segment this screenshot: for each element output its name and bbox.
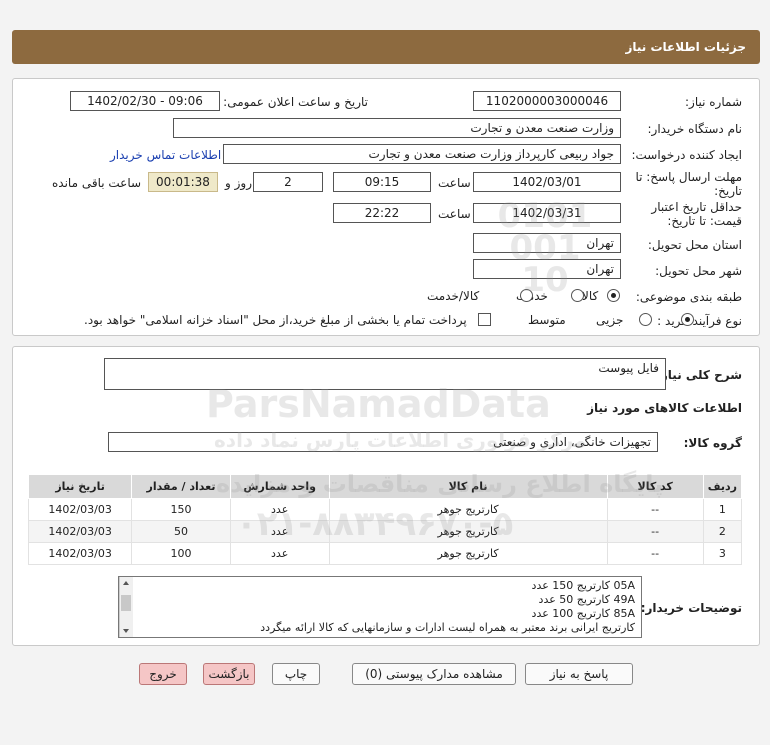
view-attachments-button[interactable]: مشاهده مدارک پیوستی (0) bbox=[352, 663, 516, 685]
remaining-time-label: ساعت باقی مانده bbox=[52, 176, 142, 190]
city-label: شهر محل تحویل: bbox=[655, 264, 742, 278]
creator-label: ایجاد کننده درخواست: bbox=[631, 148, 742, 162]
cell-row: 3 bbox=[702, 542, 743, 565]
exit-button[interactable]: خروج bbox=[139, 663, 187, 685]
price-validity-label: حداقل تاریخ اعتبار bbox=[651, 200, 742, 214]
need-number-label: شماره نیاز: bbox=[685, 95, 742, 109]
col-quantity: تعداد / مقدار bbox=[131, 474, 231, 499]
cell-name: کارتریج جوهر bbox=[328, 498, 608, 521]
category-radio-goods[interactable] bbox=[607, 289, 620, 302]
cell-row: 2 bbox=[702, 520, 743, 543]
cell-quantity: 100 bbox=[131, 542, 231, 565]
category-option-goods: کالا bbox=[582, 289, 599, 303]
city-field[interactable]: تهران bbox=[473, 259, 621, 279]
cell-quantity: 50 bbox=[131, 520, 231, 543]
cell-need-date: 1402/03/03 bbox=[27, 498, 133, 521]
cell-quantity: 150 bbox=[131, 498, 231, 521]
buyer-note-line: کارتریج ایرانی برند معتبر به همراه لیست … bbox=[260, 621, 635, 634]
goods-group-field[interactable]: تجهیزات خانگی، اداری و صنعتی bbox=[108, 432, 658, 452]
need-summary-field[interactable]: فایل پیوست bbox=[104, 358, 666, 390]
cell-need-date: 1402/03/03 bbox=[27, 520, 133, 543]
category-option-goods-service: کالا/خدمت bbox=[427, 289, 480, 303]
remaining-time-field: 00:01:38 bbox=[148, 172, 218, 192]
buyer-note-line: 85A کارتریج 100 عدد bbox=[531, 607, 635, 620]
cell-name: کارتریج جوهر bbox=[328, 542, 608, 565]
days-remaining-field[interactable]: 2 bbox=[253, 172, 323, 192]
cell-row: 1 bbox=[702, 498, 743, 521]
scrollbar-arrows-icon bbox=[121, 581, 131, 633]
col-need-date: تاریخ نیاز bbox=[27, 474, 133, 499]
process-type-label: نوع فرآیند خرید : bbox=[657, 314, 742, 328]
table-row: 3 -- کارتریج جوهر عدد 100 1402/03/03 bbox=[27, 542, 743, 565]
need-number-field[interactable]: 1102000003000046 bbox=[473, 91, 621, 111]
page-title: جزئیات اطلاعات نیاز bbox=[625, 40, 746, 54]
goods-info-title: اطلاعات کالاهای مورد نیاز bbox=[587, 401, 742, 415]
back-button[interactable]: بازگشت bbox=[203, 663, 255, 685]
buyer-notes-textarea[interactable]: 05A کارتریج 150 عدد 49A کارتریج 50 عدد 8… bbox=[118, 576, 642, 638]
cell-unit: عدد bbox=[229, 520, 330, 543]
treasury-payment-note: پرداخت تمام یا بخشی از مبلغ خرید،از محل … bbox=[84, 313, 467, 327]
buyer-org-field[interactable]: وزارت صنعت معدن و تجارت bbox=[173, 118, 621, 138]
announce-datetime-field[interactable]: 1402/02/30 - 09:06 bbox=[70, 91, 220, 111]
col-unit: واحد شمارش bbox=[229, 474, 330, 499]
cell-code: -- bbox=[606, 498, 704, 521]
days-label: روز و bbox=[225, 176, 252, 190]
buyer-note-line: 49A کارتریج 50 عدد bbox=[538, 593, 635, 606]
need-summary-label: شرح کلی نیاز: bbox=[656, 368, 742, 382]
process-option-minor: جزیی bbox=[596, 313, 624, 327]
process-option-medium: متوسط bbox=[528, 313, 566, 327]
category-label: طبقه بندی موضوعی: bbox=[635, 290, 742, 304]
price-validity-label-line2: قیمت: تا تاریخ: bbox=[667, 214, 742, 228]
treasury-payment-checkbox[interactable] bbox=[478, 313, 491, 326]
page-header: جزئیات اطلاعات نیاز bbox=[12, 30, 760, 64]
table-row: 1 -- کارتریج جوهر عدد 150 1402/03/03 bbox=[27, 498, 743, 521]
category-radio-service[interactable] bbox=[570, 289, 584, 302]
buyer-org-label: نام دستگاه خریدار: bbox=[647, 122, 743, 136]
col-row: ردیف bbox=[702, 474, 743, 499]
deadline-time-field[interactable]: 09:15 bbox=[333, 172, 431, 192]
cell-name: کارتریج جوهر bbox=[328, 520, 608, 543]
creator-field[interactable]: جواد ربیعی کارپرداز وزارت صنعت معدن و تج… bbox=[223, 144, 621, 164]
cell-unit: عدد bbox=[229, 498, 330, 521]
validity-date-field[interactable]: 1402/03/31 bbox=[473, 203, 621, 223]
table-row: 2 -- کارتریج جوهر عدد 50 1402/03/03 bbox=[27, 520, 743, 543]
buyer-notes-label: توضیحات خریدار: bbox=[640, 601, 742, 615]
goods-group-label: گروه کالا: bbox=[683, 436, 742, 450]
announce-datetime-label: تاریخ و ساعت اعلان عمومی: bbox=[223, 95, 368, 109]
cell-code: -- bbox=[606, 542, 704, 565]
province-field[interactable]: تهران bbox=[473, 233, 621, 253]
buyer-contact-link[interactable]: اطلاعات تماس خریدار bbox=[110, 148, 221, 162]
deadline-label-line2: تاریخ: bbox=[714, 184, 742, 198]
deadline-time-label: ساعت bbox=[438, 176, 471, 190]
cell-need-date: 1402/03/03 bbox=[27, 542, 133, 565]
col-name: نام کالا bbox=[328, 474, 608, 499]
cell-code: -- bbox=[606, 520, 704, 543]
deadline-date-field[interactable]: 1402/03/01 bbox=[473, 172, 621, 192]
col-code: کد کالا bbox=[606, 474, 704, 499]
category-radio-goods-service[interactable] bbox=[519, 289, 533, 302]
goods-table: ردیف کد کالا نام کالا واحد شمارش تعداد /… bbox=[27, 474, 743, 565]
deadline-label: مهلت ارسال پاسخ: تا bbox=[635, 170, 742, 184]
goods-table-header: ردیف کد کالا نام کالا واحد شمارش تعداد /… bbox=[27, 474, 743, 499]
cell-unit: عدد bbox=[229, 542, 330, 565]
notes-scrollbar[interactable] bbox=[119, 577, 133, 637]
reply-to-need-button[interactable]: پاسخ به نیاز bbox=[525, 663, 633, 685]
print-button[interactable]: چاپ bbox=[272, 663, 320, 685]
validity-time-field[interactable]: 22:22 bbox=[333, 203, 431, 223]
province-label: استان محل تحویل: bbox=[647, 238, 742, 252]
validity-time-label: ساعت bbox=[438, 207, 471, 221]
buyer-note-line: 05A کارتریج 150 عدد bbox=[531, 579, 635, 592]
